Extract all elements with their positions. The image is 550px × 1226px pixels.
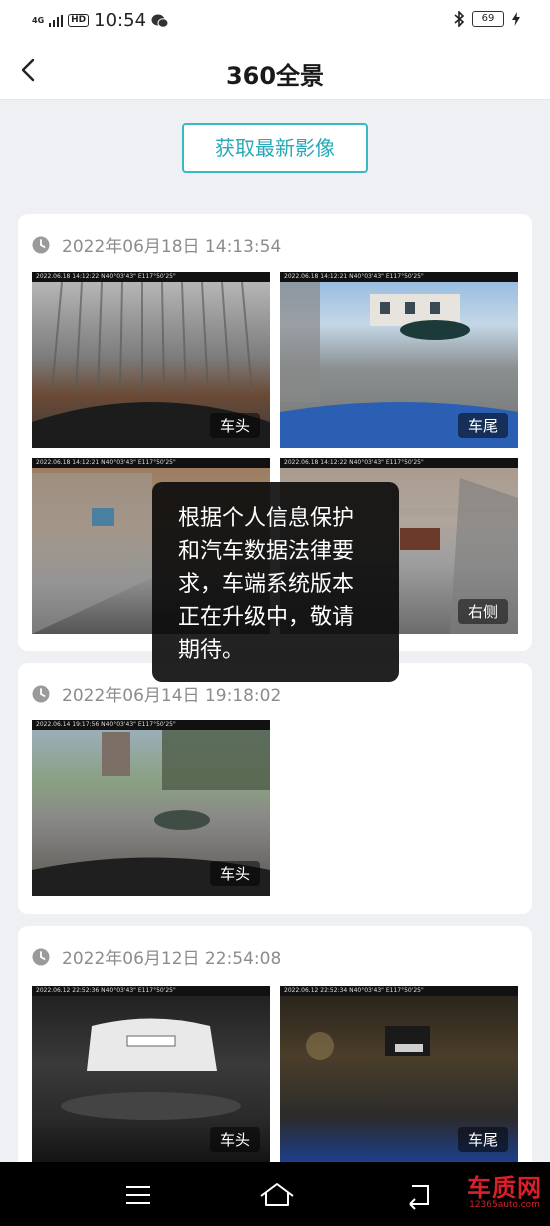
record-card: 2022年06月12日 22:54:08 2022.06.12 22:52:36…: [18, 926, 532, 1162]
toast-message: 根据个人信息保护和汽车数据法律要求，车端系统版本正在升级中，敬请期待。: [152, 482, 399, 682]
photo-timestamp: 2022.06.18 14:12:21 N40°03'43" E117°50'2…: [32, 458, 270, 468]
clock-icon: [32, 236, 50, 253]
back-nav-icon[interactable]: [402, 1180, 434, 1210]
photo-thumbnail-front[interactable]: 2022.06.12 22:52:36 N40°03'43" E117°50'2…: [32, 986, 270, 1162]
watermark-url: 12365auto.com: [469, 1200, 540, 1210]
menu-icon[interactable]: [122, 1180, 154, 1210]
photo-timestamp: 2022.06.12 22:52:34 N40°03'43" E117°50'2…: [280, 986, 518, 996]
watermark-logo: 车质网 12365auto.com: [467, 1168, 542, 1210]
photo-position-label: 车尾: [457, 413, 508, 438]
clock-time: 10:54: [94, 10, 147, 31]
photo-thumbnail-front[interactable]: 2022.06.18 14:12:22 N40°03'43" E117°50'2…: [32, 272, 270, 448]
hd-badge: HD: [68, 14, 90, 27]
record-date: 2022年06月14日 19:18:02: [62, 686, 282, 706]
fetch-latest-images-button[interactable]: 获取最新影像: [182, 123, 368, 173]
home-icon[interactable]: [258, 1180, 296, 1210]
bluetooth-icon: [454, 11, 464, 27]
nav-bar: 360全景: [0, 42, 550, 100]
signal-icon: [49, 14, 64, 27]
clock-icon: [32, 685, 50, 702]
photo-position-label: 右侧: [457, 599, 508, 624]
photo-position-label: 车尾: [457, 1127, 508, 1152]
wechat-icon: [151, 14, 169, 28]
watermark-brand: 车质网: [467, 1174, 542, 1202]
photo-timestamp: 2022.06.14 19:17:56 N40°03'43" E117°50'2…: [32, 720, 270, 730]
network-indicator: 4G: [32, 15, 45, 25]
status-bar: 4G HD 10:54 69: [0, 0, 550, 42]
photo-thumbnail-rear[interactable]: 2022.06.12 22:52:34 N40°03'43" E117°50'2…: [280, 986, 518, 1162]
photo-timestamp: 2022.06.18 14:12:22 N40°03'43" E117°50'2…: [32, 272, 270, 282]
photo-position-label: 车头: [209, 413, 260, 438]
charging-icon: [512, 12, 520, 26]
record-date: 2022年06月12日 22:54:08: [62, 949, 282, 969]
photo-position-label: 车头: [209, 1127, 260, 1152]
photo-timestamp: 2022.06.18 14:12:22 N40°03'43" E117°50'2…: [280, 458, 518, 468]
record-card: 2022年06月14日 19:18:02 2022.06.14 19:17:56…: [18, 663, 532, 914]
photo-timestamp: 2022.06.18 14:12:21 N40°03'43" E117°50'2…: [280, 272, 518, 282]
clock-icon: [32, 948, 50, 965]
photo-thumbnail-front[interactable]: 2022.06.14 19:17:56 N40°03'43" E117°50'2…: [32, 720, 270, 896]
record-date: 2022年06月18日 14:13:54: [62, 237, 282, 257]
page-title: 360全景: [225, 62, 325, 90]
photo-timestamp: 2022.06.12 22:52:36 N40°03'43" E117°50'2…: [32, 986, 270, 996]
photo-thumbnail-rear[interactable]: 2022.06.18 14:12:21 N40°03'43" E117°50'2…: [280, 272, 518, 448]
photo-position-label: 车头: [209, 861, 260, 886]
battery-indicator: 69: [472, 11, 504, 27]
